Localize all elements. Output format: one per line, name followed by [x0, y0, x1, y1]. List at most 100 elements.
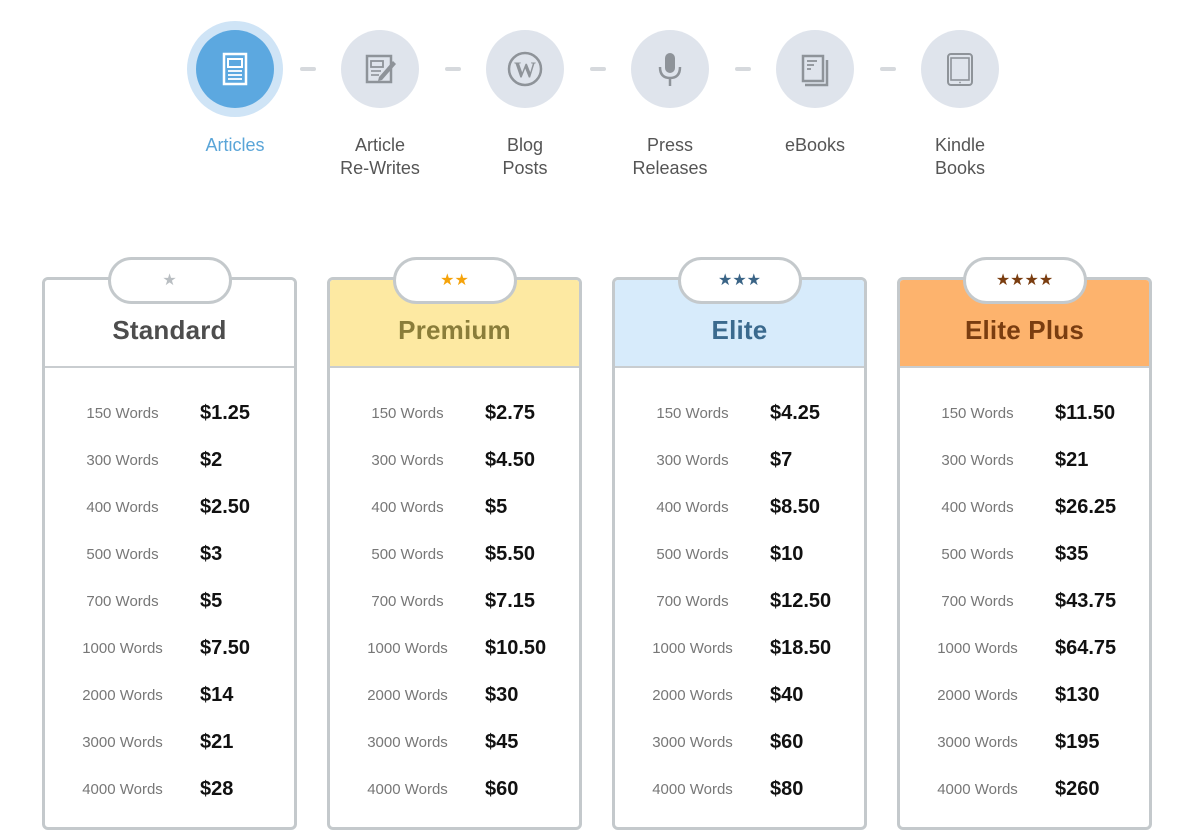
price-row[interactable]: 500 Words $5.50 [330, 531, 579, 578]
edit-document-icon [365, 54, 396, 84]
plan-title: Elite [711, 315, 768, 345]
article-icon [222, 52, 248, 86]
word-count: 1000 Words [652, 640, 733, 657]
price-value: $40 [770, 684, 804, 706]
price-row[interactable]: 1000 Words $10.50 [330, 625, 579, 672]
star-icon: ★ [162, 271, 177, 289]
price-value: $80 [770, 778, 804, 800]
price-row[interactable]: 4000 Words $60 [330, 766, 579, 813]
price-row[interactable]: 700 Words $12.50 [615, 578, 864, 625]
price-row[interactable]: 700 Words $43.75 [900, 578, 1149, 625]
price-value: $130 [1055, 684, 1100, 706]
price-row[interactable]: 500 Words $3 [45, 531, 294, 578]
price-value: $26.25 [1055, 496, 1117, 518]
price-row[interactable]: 300 Words $4.50 [330, 437, 579, 484]
price-value: $4.50 [485, 449, 536, 471]
plan-card-elite-plus[interactable]: Elite Plus ★★★★ 150 Words $11.50 300 Words… [897, 257, 1152, 830]
price-row[interactable]: 3000 Words $195 [900, 719, 1149, 766]
star-icon: ★★ [440, 271, 469, 289]
price-value: $12.50 [770, 590, 832, 612]
price-row[interactable]: 3000 Words $60 [615, 719, 864, 766]
price-row[interactable]: 2000 Words $130 [900, 672, 1149, 719]
word-count: 700 Words [656, 593, 729, 610]
price-row[interactable]: 400 Words $5 [330, 484, 579, 531]
category-label: Article Re-Writes [340, 135, 420, 178]
word-count: 400 Words [86, 499, 159, 516]
category-articles[interactable]: Articles [165, 30, 305, 157]
category-label: Articles [205, 135, 265, 155]
word-count: 150 Words [86, 405, 159, 422]
price-value: $7.15 [485, 590, 536, 612]
price-row[interactable]: 1000 Words $64.75 [900, 625, 1149, 672]
price-value: $60 [485, 778, 519, 800]
star-rating-badge: ★★ [392, 257, 517, 304]
category-article-rewrites[interactable]: Article Re-Writes [310, 30, 450, 180]
svg-text:W: W [514, 57, 536, 82]
price-value: $5.50 [485, 543, 536, 565]
word-count: 500 Words [941, 546, 1014, 563]
category-circle [196, 30, 274, 108]
star-rating-badge: ★★★ [677, 257, 802, 304]
category-label: Blog Posts [502, 135, 548, 178]
price-row[interactable]: 400 Words $2.50 [45, 484, 294, 531]
price-value: $260 [1055, 778, 1100, 800]
price-row[interactable]: 300 Words $2 [45, 437, 294, 484]
plan-card-elite[interactable]: Elite ★★★ 150 Words $4.25 300 Words $7 400 W… [612, 257, 867, 830]
price-value: $64.75 [1055, 637, 1117, 659]
price-list: 150 Words $4.25 300 Words $7 400 Words $8.50 5… [615, 368, 864, 813]
price-value: $10 [770, 543, 804, 565]
category-blog-posts[interactable]: W Blog Posts [455, 30, 595, 180]
price-row[interactable]: 3000 Words $45 [330, 719, 579, 766]
price-row[interactable]: 1000 Words $18.50 [615, 625, 864, 672]
word-count: 4000 Words [367, 781, 448, 798]
word-count: 700 Words [86, 593, 159, 610]
price-row[interactable]: 400 Words $8.50 [615, 484, 864, 531]
price-value: $7.50 [200, 637, 251, 659]
plan-card-premium[interactable]: Premium ★★ 150 Words $2.75 300 Words $4.50 4… [327, 257, 582, 830]
price-row[interactable]: 150 Words $1.25 [45, 390, 294, 437]
price-row[interactable]: 4000 Words $80 [615, 766, 864, 813]
price-value: $5 [485, 496, 508, 518]
word-count: 150 Words [941, 405, 1014, 422]
price-row[interactable]: 500 Words $10 [615, 531, 864, 578]
price-value: $43.75 [1055, 590, 1117, 612]
price-row[interactable]: 150 Words $11.50 [900, 390, 1149, 437]
price-row[interactable]: 150 Words $4.25 [615, 390, 864, 437]
category-kindle-books[interactable]: Kindle Books [890, 30, 1030, 180]
star-rating-badge: ★ [107, 257, 232, 304]
price-list: 150 Words $1.25 300 Words $2 400 Words $2.50 5… [45, 368, 294, 813]
price-row[interactable]: 4000 Words $28 [45, 766, 294, 813]
price-row[interactable]: 1000 Words $7.50 [45, 625, 294, 672]
wordpress-icon: W [507, 51, 543, 87]
category-press-releases[interactable]: Press Releases [600, 30, 740, 180]
word-count: 4000 Words [82, 781, 163, 798]
word-count: 400 Words [656, 499, 729, 516]
price-row[interactable]: 4000 Words $260 [900, 766, 1149, 813]
price-row[interactable]: 300 Words $21 [900, 437, 1149, 484]
word-count: 400 Words [371, 499, 444, 516]
price-row[interactable]: 2000 Words $40 [615, 672, 864, 719]
plan-card-standard[interactable]: Standard ★ 150 Words $1.25 300 Words $2 400 … [42, 257, 297, 830]
word-count: 1000 Words [367, 640, 448, 657]
price-row[interactable]: 150 Words $2.75 [330, 390, 579, 437]
price-row[interactable]: 2000 Words $14 [45, 672, 294, 719]
tablet-icon [947, 53, 973, 86]
word-count: 500 Words [656, 546, 729, 563]
word-count: 3000 Words [937, 734, 1018, 751]
price-row[interactable]: 400 Words $26.25 [900, 484, 1149, 531]
price-value: $45 [485, 731, 519, 753]
price-row[interactable]: 300 Words $7 [615, 437, 864, 484]
microphone-icon [658, 53, 682, 86]
category-label: Press Releases [632, 135, 708, 178]
word-count: 2000 Words [652, 687, 733, 704]
price-row[interactable]: 700 Words $5 [45, 578, 294, 625]
price-value: $28 [200, 778, 234, 800]
price-row[interactable]: 500 Words $35 [900, 531, 1149, 578]
price-row[interactable]: 2000 Words $30 [330, 672, 579, 719]
word-count: 700 Words [371, 593, 444, 610]
category-ebooks[interactable]: eBooks [745, 30, 885, 157]
price-row[interactable]: 700 Words $7.15 [330, 578, 579, 625]
price-row[interactable]: 3000 Words $21 [45, 719, 294, 766]
price-list: 150 Words $11.50 300 Words $21 400 Words $26.… [900, 368, 1149, 813]
plan-title: Elite Plus [964, 315, 1085, 345]
